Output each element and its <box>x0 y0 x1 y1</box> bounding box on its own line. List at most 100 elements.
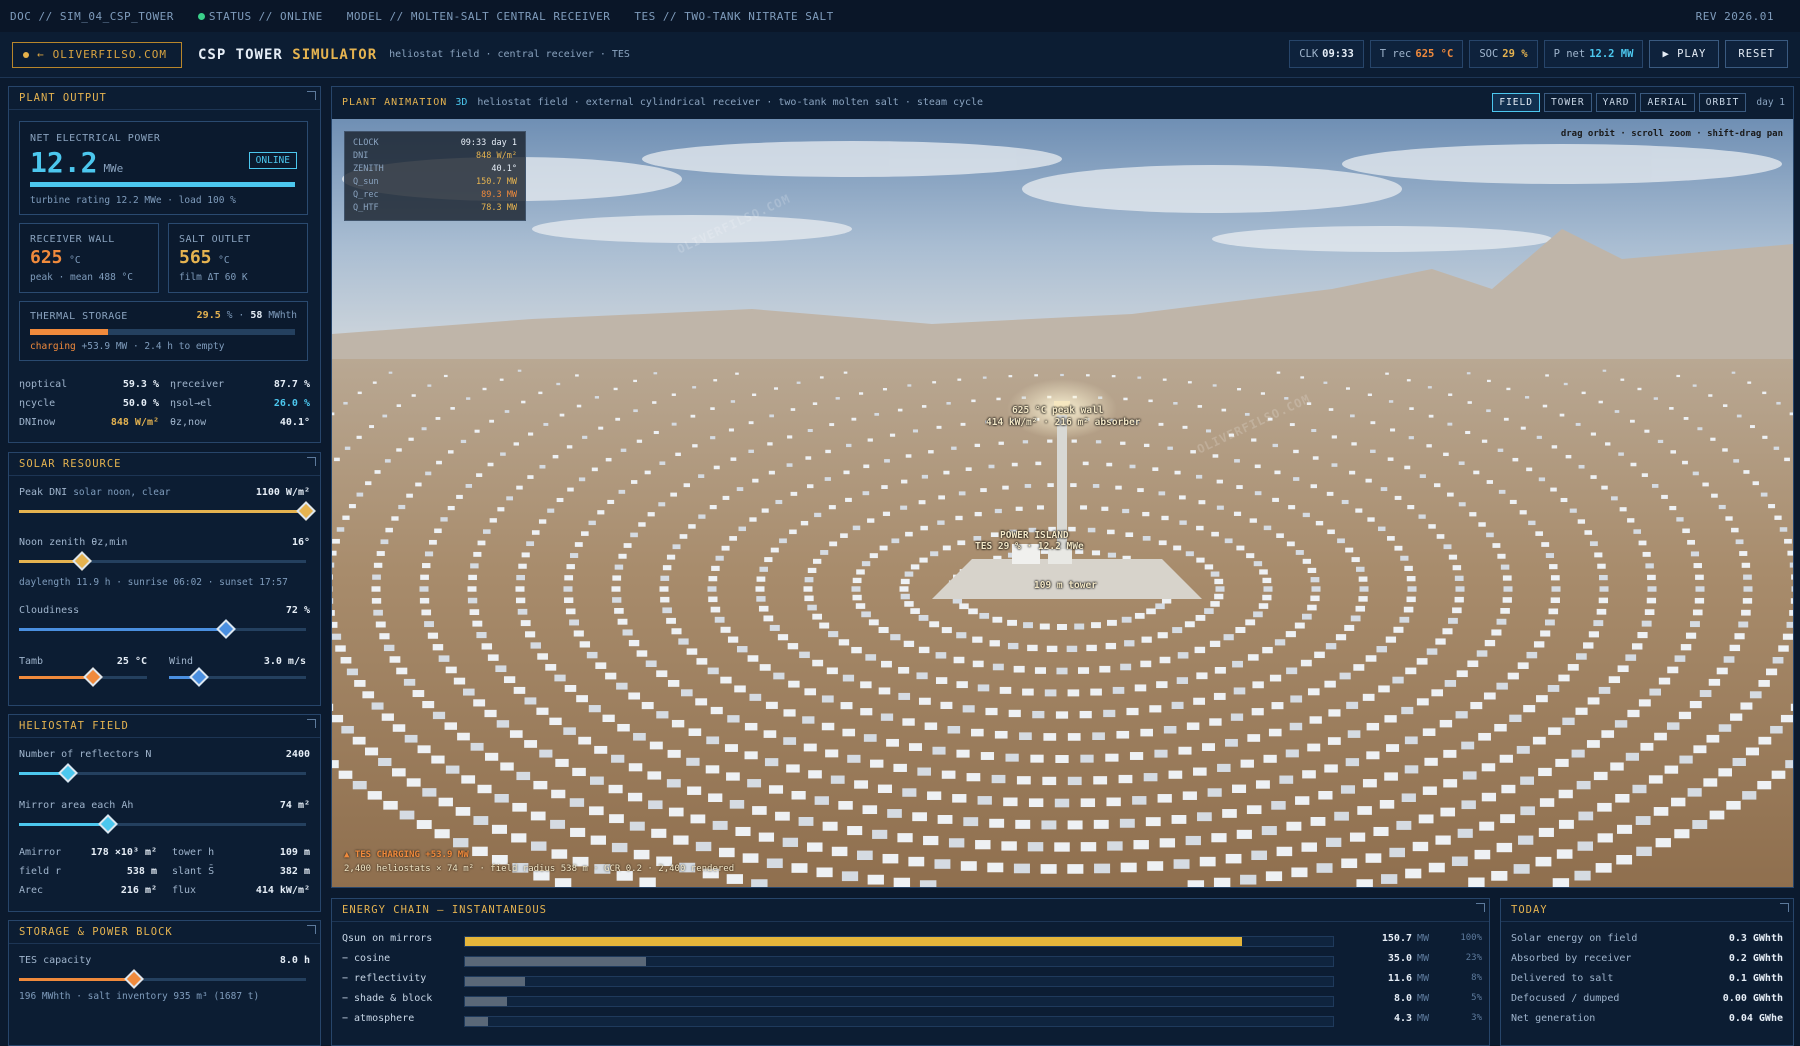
heliostat <box>1143 773 1158 782</box>
heliostat <box>1615 793 1630 803</box>
today-row-label: Defocused / dumped <box>1511 993 1620 1004</box>
mirror-area-slider[interactable] <box>19 814 306 834</box>
heliostat <box>1670 450 1677 454</box>
heliostat <box>671 393 676 396</box>
storage-power-panel: STORAGE & POWER BLOCK TES capacity 8.0 h … <box>8 920 321 1046</box>
heliostat <box>1478 732 1491 741</box>
soc-value: 29 % <box>1502 48 1528 60</box>
heliostat <box>1693 745 1707 754</box>
heliostat <box>1418 514 1426 519</box>
slider-handle[interactable] <box>72 551 93 571</box>
heliostat <box>891 538 900 544</box>
heliostat <box>656 711 669 719</box>
heliostat <box>1013 665 1025 673</box>
heliostat <box>411 394 416 397</box>
slider-handle[interactable] <box>296 501 316 521</box>
heliostat <box>1695 574 1704 580</box>
cam-orbit-button[interactable]: ORBIT <box>1698 93 1747 112</box>
cam-tower-button[interactable]: TOWER <box>1543 93 1592 112</box>
heliostat <box>1106 462 1113 467</box>
cam-yard-button[interactable]: YARD <box>1595 93 1637 112</box>
cloud-slider[interactable] <box>19 619 306 639</box>
heliostat <box>1086 374 1090 377</box>
heliostat <box>710 436 716 440</box>
heliostat <box>1448 554 1458 560</box>
heliostat <box>1653 397 1658 400</box>
heliostat <box>617 723 630 732</box>
heliostat <box>1355 605 1366 612</box>
heliostat <box>332 550 337 556</box>
slider-handle[interactable] <box>57 763 78 783</box>
heliostat <box>406 778 421 787</box>
heliostat <box>1178 746 1192 755</box>
heliostat <box>1027 842 1044 852</box>
heliostat <box>527 475 534 479</box>
heliostat <box>828 631 839 638</box>
heliostat <box>1455 711 1468 719</box>
slider-handle[interactable] <box>123 969 144 989</box>
slider-handle[interactable] <box>215 619 236 639</box>
heliostat <box>1664 765 1679 774</box>
slider-handle[interactable] <box>98 814 118 834</box>
heliostat <box>751 879 768 887</box>
heliostat <box>1743 470 1750 474</box>
heliostat <box>1697 427 1703 431</box>
heliostat <box>957 378 962 381</box>
tes-capacity-slider[interactable] <box>19 969 306 989</box>
heliostat <box>787 435 793 439</box>
heliostat <box>474 429 480 433</box>
heliostat <box>1159 656 1171 664</box>
heliostat <box>1644 429 1650 433</box>
heliostat <box>710 706 723 715</box>
slider-handle[interactable] <box>83 667 104 687</box>
heliostat <box>1034 374 1038 377</box>
3d-scene-canvas[interactable] <box>332 119 1793 887</box>
heliostat <box>918 614 929 621</box>
heliostat <box>1222 809 1237 818</box>
heliostat <box>736 487 744 492</box>
heliostat <box>775 811 790 821</box>
zenith-slider[interactable] <box>19 551 306 571</box>
slider-handle[interactable] <box>189 667 210 687</box>
heliostat <box>516 485 523 490</box>
status-indicator: STATUS // ONLINE <box>197 10 323 23</box>
heliostat <box>770 547 779 553</box>
cam-field-button[interactable]: FIELD <box>1492 93 1540 112</box>
heliostat <box>1454 575 1464 581</box>
heliostat <box>579 641 591 648</box>
heliostat <box>1478 522 1486 527</box>
play-button[interactable]: ▶ PLAY <box>1649 40 1720 68</box>
brand-label: OLIVERFILSO.COM <box>52 48 167 61</box>
heliostat <box>1590 475 1597 479</box>
heliostat <box>1013 863 1030 874</box>
slider-fill <box>19 823 108 826</box>
cam-aerial-button[interactable]: AERIAL <box>1640 93 1695 112</box>
wind-slider[interactable] <box>169 667 306 687</box>
heliostat <box>1350 615 1361 622</box>
heliostat <box>1158 491 1166 496</box>
heliostat <box>999 686 1012 694</box>
heliostat <box>1598 597 1609 604</box>
tamb-slider[interactable] <box>19 667 147 687</box>
heliostat <box>1512 457 1519 462</box>
heliostat <box>1439 719 1453 728</box>
heliostat <box>633 849 650 860</box>
energy-row-pct: 3% <box>1471 1013 1482 1023</box>
peak-dni-slider[interactable] <box>19 501 316 521</box>
brand-link[interactable]: ← OLIVERFILSO.COM <box>12 41 182 68</box>
heliostat <box>752 806 767 815</box>
heliostat <box>1234 459 1240 463</box>
heliostat <box>1387 536 1395 541</box>
heliostat <box>1457 828 1473 838</box>
heliostat <box>851 646 862 654</box>
heliostat <box>1171 814 1187 824</box>
heliostat <box>1706 734 1720 743</box>
heliostat <box>618 553 627 559</box>
heliostat <box>956 632 967 639</box>
heliostat <box>431 755 445 764</box>
heliostat <box>1207 788 1222 797</box>
heliostat <box>348 504 356 509</box>
reflectors-slider[interactable] <box>19 763 306 783</box>
heliostat <box>455 807 471 816</box>
reset-button[interactable]: RESET <box>1725 40 1788 68</box>
